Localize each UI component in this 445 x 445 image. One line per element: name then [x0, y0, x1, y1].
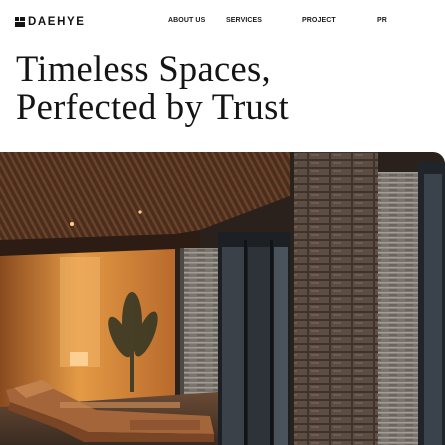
- nav-services[interactable]: SERVICES: [226, 17, 262, 24]
- nav-project[interactable]: PROJECT: [302, 17, 336, 24]
- brand-name: DAEHYE: [28, 16, 86, 28]
- brand-logo[interactable]: DAEHYE: [15, 15, 86, 29]
- brick-mark-icon: [15, 17, 25, 27]
- nav-about-us[interactable]: ABOUT US: [168, 17, 205, 24]
- hero-title-line-1: Timeless Spaces,: [16, 48, 271, 89]
- hero-title: Timeless Spaces, Perfected by Trust: [16, 50, 436, 126]
- hero-image: [0, 152, 445, 445]
- interior-lounge-illustration: [0, 152, 445, 445]
- nav-pr[interactable]: PR: [377, 17, 387, 24]
- hero-title-line-2: Perfected by Trust: [16, 86, 290, 127]
- top-navigation: DAEHYE ABOUT US SERVICES PROJECT PR: [0, 0, 445, 44]
